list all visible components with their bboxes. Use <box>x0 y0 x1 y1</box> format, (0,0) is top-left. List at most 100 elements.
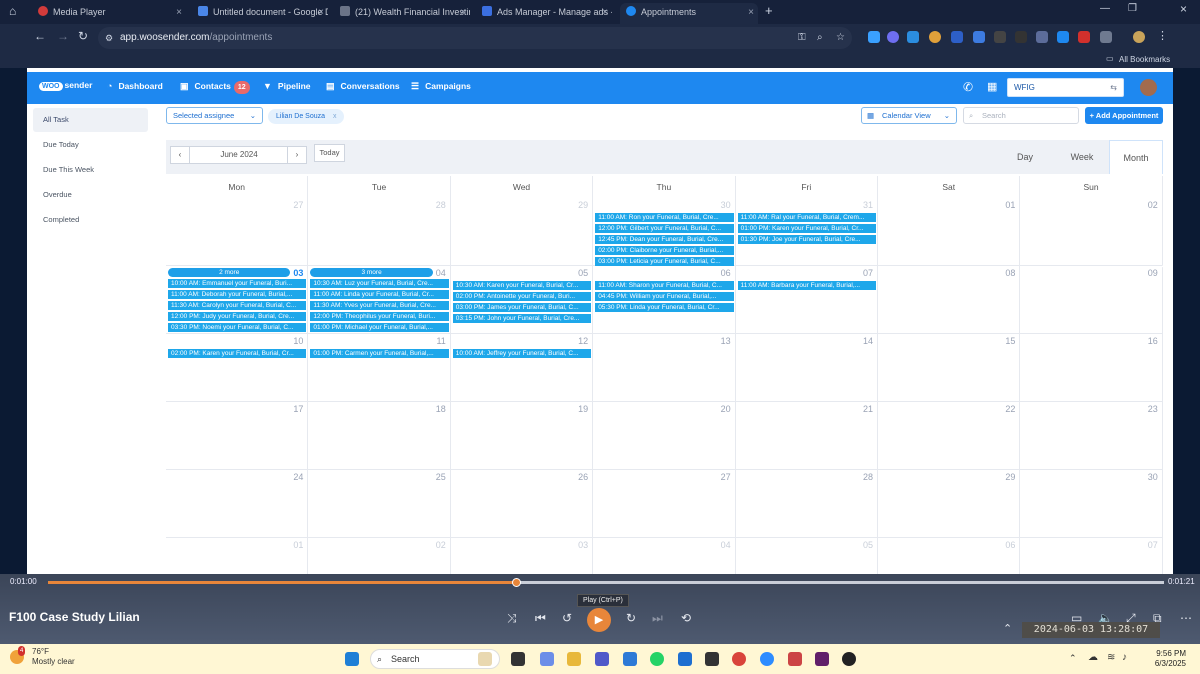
day-cell[interactable]: 01 <box>878 198 1021 266</box>
day-cell[interactable]: 14 <box>735 334 878 402</box>
extension-icon[interactable] <box>887 31 899 43</box>
all-bookmarks-link[interactable]: All Bookmarks <box>1119 55 1170 64</box>
slack-icon[interactable] <box>815 652 829 666</box>
start-icon[interactable] <box>345 652 359 666</box>
appointment-event[interactable]: 10:00 AM: Jeffrey your Funeral, Burial, … <box>452 349 592 358</box>
app-icon[interactable] <box>788 652 802 666</box>
wifi-icon[interactable]: ≋ <box>1107 652 1115 663</box>
appointment-event[interactable]: 12:00 PM: Gilbert your Funeral, Burial, … <box>595 224 734 233</box>
forward-icon[interactable]: ↻ <box>626 611 636 625</box>
appointment-event[interactable]: 10:00 AM: Emmanuel your Funeral, Buri... <box>168 279 307 288</box>
day-cell[interactable]: 07 <box>1020 538 1163 574</box>
day-cell[interactable]: 03 <box>451 538 594 574</box>
tab-appointments[interactable]: Appointments × <box>620 3 758 24</box>
day-cell[interactable]: 21 <box>735 402 878 470</box>
next-month-button[interactable]: › <box>287 146 307 164</box>
weather-widget[interactable]: 4 76°F Mostly clear <box>10 646 75 667</box>
appointment-event[interactable]: 03:00 PM: James your Funeral, Burial, C.… <box>452 303 592 312</box>
extension-icon[interactable] <box>1078 31 1090 43</box>
nav-contacts[interactable]: ▣ Contacts 12 <box>180 81 250 94</box>
day-cell[interactable]: 11 01:00 PM: Carmen your Funeral, Burial,… <box>308 334 451 402</box>
day-cell[interactable]: 30 11:00 AM: Ron your Funeral, Burial, Cr… <box>593 198 736 266</box>
day-cell[interactable]: 01 <box>166 538 309 574</box>
reload-icon[interactable]: ↻ <box>78 29 88 43</box>
forward-icon[interactable]: → <box>57 29 69 43</box>
day-cell[interactable]: 27 <box>166 198 309 266</box>
appointment-event[interactable]: 12:00 PM: Judy your Funeral, Burial, Cre… <box>168 312 307 321</box>
seek-bar[interactable] <box>48 578 1164 587</box>
appointment-event[interactable]: 01:00 PM: Carmen your Funeral, Burial,..… <box>310 349 449 358</box>
zoom-icon[interactable]: ⌕ <box>817 27 823 49</box>
close-icon[interactable]: × <box>176 3 182 22</box>
chrome-icon[interactable] <box>732 652 746 666</box>
day-cell[interactable]: 22 <box>878 402 1021 470</box>
appointment-event[interactable]: 11:00 AM: Ron your Funeral, Burial, Cre.… <box>595 213 734 222</box>
extension-icon[interactable] <box>868 31 880 43</box>
appointment-event[interactable]: 03:30 PM: Noemi your Funeral, Burial, C.… <box>168 323 307 332</box>
close-icon[interactable]: × <box>748 3 754 22</box>
back-icon[interactable]: ← <box>34 29 46 43</box>
app-icon[interactable] <box>678 652 692 666</box>
day-cell[interactable]: 23 <box>1020 402 1163 470</box>
appointment-event[interactable]: 04:45 PM: William your Funeral, Burial,.… <box>595 292 734 301</box>
day-cell[interactable]: 18 <box>308 402 451 470</box>
extension-icon[interactable] <box>929 31 941 43</box>
extensions-puzzle-icon[interactable] <box>1100 31 1112 43</box>
seek-thumb[interactable] <box>511 578 521 587</box>
appointment-event[interactable]: 12:45 PM: Dean your Funeral, Burial, Cre… <box>595 235 734 244</box>
extension-icon[interactable] <box>951 31 963 43</box>
appointment-event[interactable]: 03:00 PM: Leticia your Funeral, Burial, … <box>595 257 734 266</box>
appointment-event[interactable]: 02:00 PM: Karen your Funeral, Burial, Cr… <box>168 349 307 358</box>
more-icon[interactable]: ⋯ <box>1180 611 1192 625</box>
cloud-icon[interactable]: ☁ <box>1088 652 1098 663</box>
day-cell[interactable]: 04 3 more 10:30 AM: Luz your Funeral, Buri… <box>308 266 451 334</box>
today-button[interactable]: Today <box>314 144 345 162</box>
day-cell[interactable]: 24 <box>166 470 309 538</box>
day-cell[interactable]: 02 <box>1020 198 1163 266</box>
sidebar-item-completed[interactable]: Completed <box>33 208 148 232</box>
nav-conversations[interactable]: ▤ Conversations <box>326 81 400 92</box>
tab-wealth-financial[interactable]: (21) Wealth Financial Investing × <box>336 3 470 24</box>
extension-icon[interactable] <box>994 31 1006 43</box>
day-cell[interactable]: 13 <box>593 334 736 402</box>
copilot-icon[interactable] <box>540 652 554 666</box>
day-cell[interactable]: 26 <box>450 470 594 538</box>
swap-icon[interactable]: ⇆ <box>1110 79 1117 96</box>
appointment-event[interactable]: 12:00 PM: Theophilus your Funeral, Buri.… <box>310 312 449 321</box>
appointment-event[interactable]: 11:00 AM: Linda your Funeral, Burial, Cr… <box>310 290 449 299</box>
appointment-event[interactable]: 01:30 PM: Joe your Funeral, Burial, Cre.… <box>737 235 876 244</box>
minimize-icon[interactable]: — <box>1100 3 1110 14</box>
close-icon[interactable]: × <box>602 3 608 22</box>
phone-icon[interactable]: ✆ <box>963 80 973 94</box>
site-settings-icon[interactable]: ⚙ <box>105 27 113 49</box>
play-button[interactable]: ▶ <box>587 608 611 632</box>
url-field[interactable]: ⚙ app.woosender.com/appointments ⚿ ⌕ ☆ <box>98 27 852 49</box>
file-explorer-icon[interactable] <box>567 652 581 666</box>
chevron-up-icon[interactable]: ⌃ <box>1003 622 1012 635</box>
account-select[interactable]: WFIG ⇆ <box>1007 78 1124 97</box>
shuffle-icon[interactable]: ⤨ <box>507 611 517 626</box>
rewind-icon[interactable]: ↺ <box>562 611 572 625</box>
extension-icon[interactable] <box>1015 31 1027 43</box>
add-appointment-button[interactable]: + Add Appointment <box>1085 107 1163 124</box>
nav-pipeline[interactable]: ▼ Pipeline <box>263 81 311 91</box>
day-cell[interactable]: 16 <box>1020 334 1163 402</box>
day-cell[interactable]: 07 11:00 AM: Barbara your Funeral, Burial… <box>735 266 878 334</box>
system-clock[interactable]: 9:56 PM 6/3/2025 <box>1138 649 1186 669</box>
nav-campaigns[interactable]: ☰ Campaigns <box>411 81 471 92</box>
day-cell[interactable]: 19 <box>450 402 594 470</box>
previous-icon[interactable]: ⏮ <box>535 611 546 626</box>
appointment-event[interactable]: 11:00 AM: Deborah your Funeral, Burial,.… <box>168 290 307 299</box>
day-cell[interactable]: 20 <box>593 402 736 470</box>
home-icon[interactable]: ⌂ <box>9 4 16 18</box>
appointment-event[interactable]: 11:30 AM: Carolyn your Funeral, Burial, … <box>168 301 307 310</box>
sidebar-item-overdue[interactable]: Overdue <box>33 183 148 207</box>
day-cell[interactable]: 08 <box>878 266 1021 334</box>
day-cell[interactable]: 12 10:00 AM: Jeffrey your Funeral, Burial… <box>450 334 594 402</box>
view-week[interactable]: Week <box>1060 140 1104 174</box>
new-tab-button[interactable]: + <box>765 3 773 18</box>
volume-icon[interactable]: ♪ <box>1122 652 1127 663</box>
day-cell[interactable]: 29 <box>878 470 1021 538</box>
day-cell[interactable]: 27 <box>593 470 736 538</box>
assignee-chip[interactable]: Lilian De Souza x <box>268 109 345 124</box>
